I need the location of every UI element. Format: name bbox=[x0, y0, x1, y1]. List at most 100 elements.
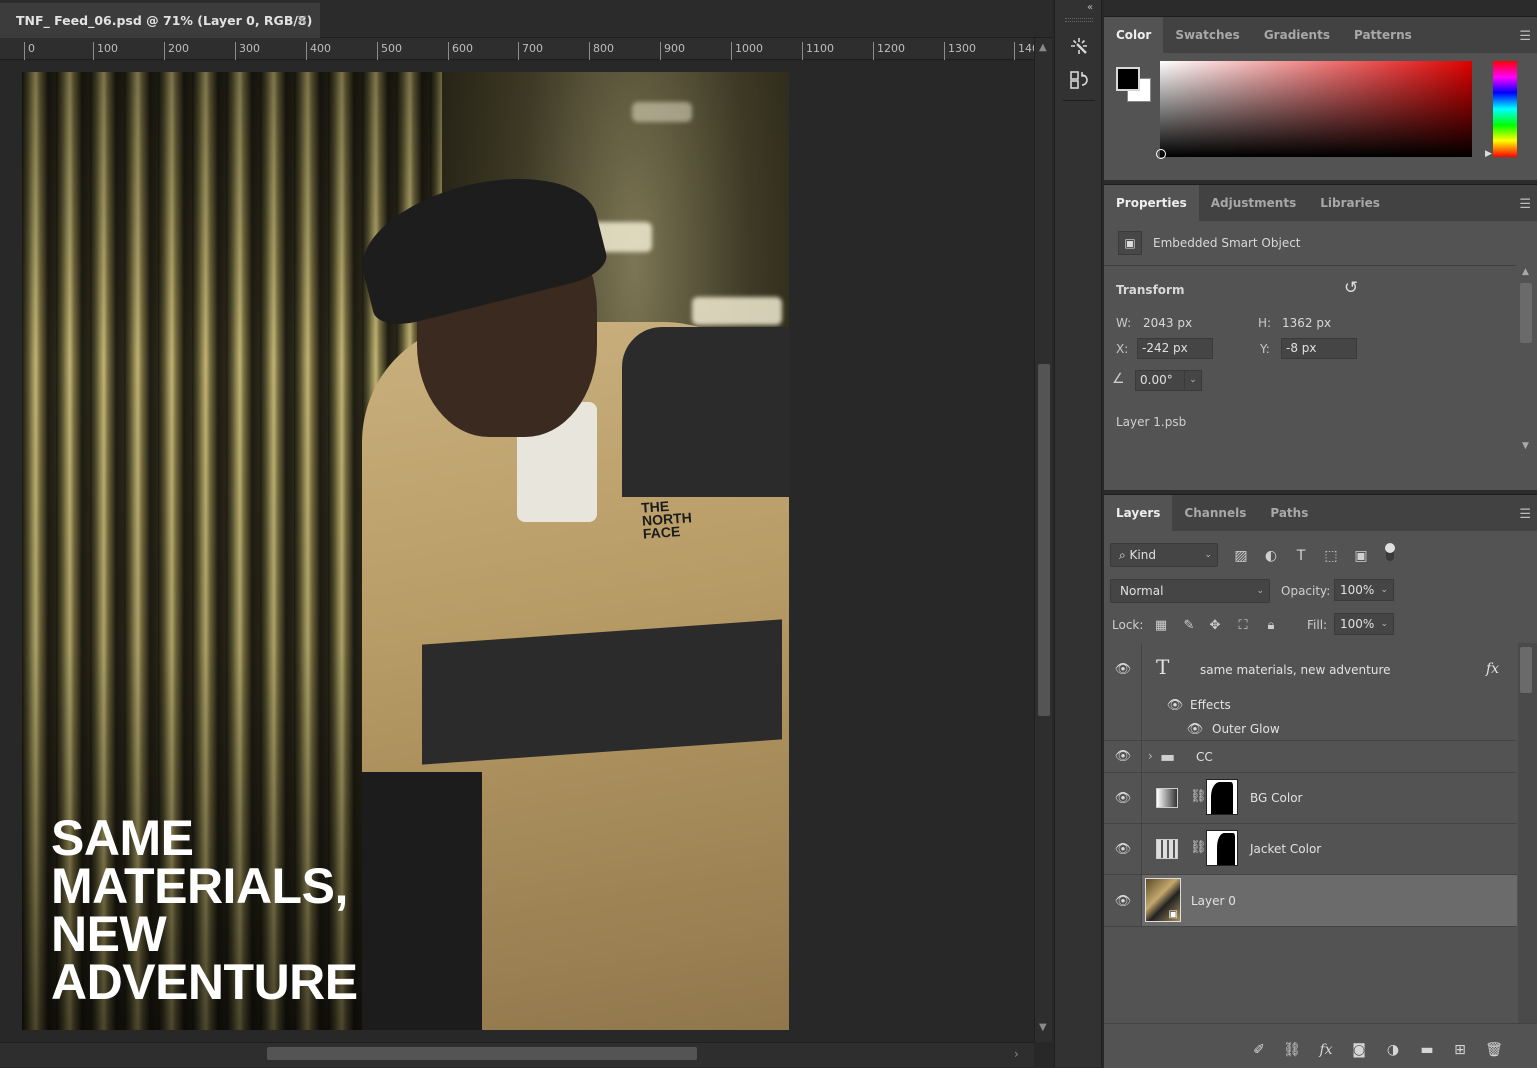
add-layer-style-icon[interactable]: fx bbox=[1316, 1040, 1336, 1060]
blend-mode-select[interactable]: Normal ⌄ bbox=[1110, 579, 1270, 603]
layer-row-group[interactable]: 👁︎ › ▬ CC bbox=[1104, 741, 1517, 773]
layer-row-adjustment[interactable]: 👁︎ ⛓︎ Jacket Color bbox=[1104, 824, 1517, 875]
chevron-right-icon[interactable]: › bbox=[1148, 749, 1153, 763]
layers-scrollbar[interactable] bbox=[1518, 643, 1537, 1023]
close-icon[interactable]: × bbox=[296, 12, 308, 28]
angle-icon: ∠ bbox=[1112, 371, 1125, 387]
layer-row-adjustment[interactable]: 👁︎ ⛓︎ BG Color bbox=[1104, 773, 1517, 824]
layer-name[interactable]: BG Color bbox=[1250, 791, 1302, 805]
layer-name[interactable]: CC bbox=[1196, 750, 1213, 764]
tab-adjustments[interactable]: Adjustments bbox=[1199, 185, 1308, 221]
horizontal-ruler[interactable]: 0 100 200 300 400 500 600 700 800 900 10… bbox=[0, 38, 1039, 60]
opacity-field[interactable]: 100% ⌄ bbox=[1334, 579, 1394, 601]
brush-lock-icon[interactable]: ✐ bbox=[1249, 1040, 1269, 1060]
y-label: Y: bbox=[1260, 342, 1270, 356]
opacity-label: Opacity: bbox=[1281, 584, 1331, 598]
new-adjustment-layer-icon[interactable]: ◑ bbox=[1383, 1040, 1403, 1060]
smart-object-filter-icon[interactable]: ▣ bbox=[1352, 547, 1370, 565]
properties-scrollbar[interactable]: ▲ ▼ bbox=[1518, 265, 1537, 461]
eye-icon[interactable]: 👁︎ bbox=[1114, 894, 1132, 909]
lock-position-icon[interactable]: ✥ bbox=[1206, 617, 1224, 635]
color-picker-cursor[interactable] bbox=[1156, 149, 1166, 159]
eye-icon[interactable]: 👁︎ bbox=[1114, 662, 1132, 677]
collapse-icon[interactable]: « bbox=[1087, 2, 1093, 13]
dock-grip[interactable] bbox=[1065, 18, 1093, 22]
tab-swatches[interactable]: Swatches bbox=[1163, 17, 1252, 53]
magic-sparkle-icon[interactable] bbox=[1065, 32, 1093, 60]
chevron-down-icon: ⌄ bbox=[1204, 550, 1212, 560]
tab-patterns[interactable]: Patterns bbox=[1342, 17, 1424, 53]
layer-name[interactable]: same materials, new adventure bbox=[1200, 663, 1391, 677]
eye-icon[interactable]: 👁︎ bbox=[1166, 698, 1184, 713]
fill-field[interactable]: 100% ⌄ bbox=[1334, 613, 1394, 635]
lock-pixels-icon[interactable]: ✎ bbox=[1180, 617, 1198, 635]
add-mask-icon[interactable]: ◙ bbox=[1349, 1040, 1369, 1060]
layer-row-text[interactable]: 👁︎ T same materials, new adventure fx 👁︎… bbox=[1104, 643, 1517, 741]
eye-icon[interactable]: 👁︎ bbox=[1114, 842, 1132, 857]
properties-scroll-thumb[interactable] bbox=[1520, 283, 1532, 343]
tab-paths[interactable]: Paths bbox=[1258, 495, 1320, 531]
properties-panel: Properties Adjustments Libraries ☰ ▣ Emb… bbox=[1104, 184, 1537, 490]
eye-icon[interactable]: 👁︎ bbox=[1114, 791, 1132, 806]
scroll-right-icon[interactable]: › bbox=[1014, 1047, 1019, 1061]
effect-name[interactable]: Outer Glow bbox=[1212, 722, 1280, 736]
link-icon[interactable]: ⛓︎ bbox=[1190, 789, 1207, 804]
layer-thumbnail[interactable]: ▣ bbox=[1145, 878, 1181, 922]
angle-field[interactable]: 0.00° bbox=[1135, 370, 1185, 391]
lock-all-icon[interactable]: 🔒︎ bbox=[1262, 617, 1280, 635]
hue-slider[interactable]: ▶ bbox=[1485, 61, 1517, 159]
scroll-up-icon[interactable]: ▲ bbox=[1522, 267, 1529, 277]
transform-history-icon[interactable] bbox=[1065, 66, 1093, 94]
height-value[interactable]: 1362 px bbox=[1282, 316, 1331, 330]
shape-filter-icon[interactable]: ⬚ bbox=[1322, 547, 1340, 565]
fx-icon[interactable]: fx bbox=[1486, 661, 1499, 677]
scroll-down-icon[interactable]: ▼ bbox=[1039, 1022, 1047, 1033]
x-field[interactable]: -242 px bbox=[1137, 338, 1213, 359]
scroll-up-icon[interactable]: ▲ bbox=[1039, 42, 1047, 53]
new-layer-icon[interactable]: ⊞ bbox=[1450, 1040, 1470, 1060]
vertical-scroll-thumb[interactable] bbox=[1038, 364, 1050, 716]
tab-gradients[interactable]: Gradients bbox=[1252, 17, 1342, 53]
foreground-color-swatch[interactable] bbox=[1116, 67, 1140, 91]
reset-transform-icon[interactable]: ↺ bbox=[1344, 278, 1358, 298]
horizontal-scrollbar[interactable]: › bbox=[0, 1042, 1034, 1067]
layer-name[interactable]: Layer 0 bbox=[1191, 894, 1236, 908]
layers-scroll-thumb[interactable] bbox=[1520, 647, 1532, 693]
new-group-icon[interactable]: ▬ bbox=[1417, 1040, 1437, 1060]
color-picker-field[interactable] bbox=[1156, 61, 1472, 159]
tab-libraries[interactable]: Libraries bbox=[1308, 185, 1392, 221]
filter-kind-select[interactable]: ⌕ Kind ⌄ bbox=[1110, 543, 1218, 567]
panel-menu-icon[interactable]: ☰ bbox=[1519, 197, 1531, 212]
lock-artboard-icon[interactable]: ⛶ bbox=[1234, 617, 1252, 635]
link-icon[interactable]: ⛓︎ bbox=[1190, 840, 1207, 855]
fill-label: Fill: bbox=[1307, 618, 1328, 632]
lock-transparency-icon[interactable]: ▦ bbox=[1152, 617, 1170, 635]
tab-properties[interactable]: Properties bbox=[1104, 185, 1199, 221]
chevron-down-icon[interactable]: ⌄ bbox=[1184, 370, 1202, 391]
tab-channels[interactable]: Channels bbox=[1172, 495, 1258, 531]
vertical-scrollbar[interactable]: ▲ ▼ bbox=[1034, 38, 1052, 1042]
filter-toggle[interactable] bbox=[1385, 543, 1395, 561]
horizontal-scroll-thumb[interactable] bbox=[267, 1047, 697, 1060]
layer-name[interactable]: Jacket Color bbox=[1250, 842, 1321, 856]
hue-pointer-icon[interactable]: ▶ bbox=[1485, 149, 1492, 159]
width-value[interactable]: 2043 px bbox=[1143, 316, 1192, 330]
eye-icon[interactable]: 👁︎ bbox=[1114, 749, 1132, 764]
type-filter-icon[interactable]: T bbox=[1292, 547, 1310, 565]
y-field[interactable]: -8 px bbox=[1281, 338, 1357, 359]
link-layers-icon[interactable]: ⛓︎ bbox=[1282, 1040, 1302, 1060]
layer-row-smart-object[interactable]: 👁︎ ▣ Layer 0 bbox=[1104, 875, 1517, 927]
image-filter-icon[interactable]: ▨ bbox=[1232, 547, 1250, 565]
document-tab[interactable]: TNF_ Feed_06.psd @ 71% (Layer 0, RGB/8) … bbox=[0, 3, 320, 38]
delete-layer-icon[interactable]: 🗑︎ bbox=[1484, 1040, 1504, 1060]
scroll-down-icon[interactable]: ▼ bbox=[1522, 441, 1529, 451]
eye-icon[interactable]: 👁︎ bbox=[1186, 722, 1204, 737]
tab-color[interactable]: Color bbox=[1104, 17, 1164, 53]
layer-mask-thumbnail[interactable] bbox=[1206, 779, 1238, 815]
adjustment-filter-icon[interactable]: ◐ bbox=[1262, 547, 1280, 565]
panel-menu-icon[interactable]: ☰ bbox=[1519, 507, 1531, 522]
document-canvas-image[interactable]: THE NORTH FACE SAME MATERIALS, NEW ADVEN… bbox=[22, 72, 789, 1030]
tab-layers[interactable]: Layers bbox=[1104, 495, 1173, 531]
panel-menu-icon[interactable]: ☰ bbox=[1519, 29, 1531, 44]
layer-mask-thumbnail[interactable] bbox=[1206, 830, 1238, 866]
